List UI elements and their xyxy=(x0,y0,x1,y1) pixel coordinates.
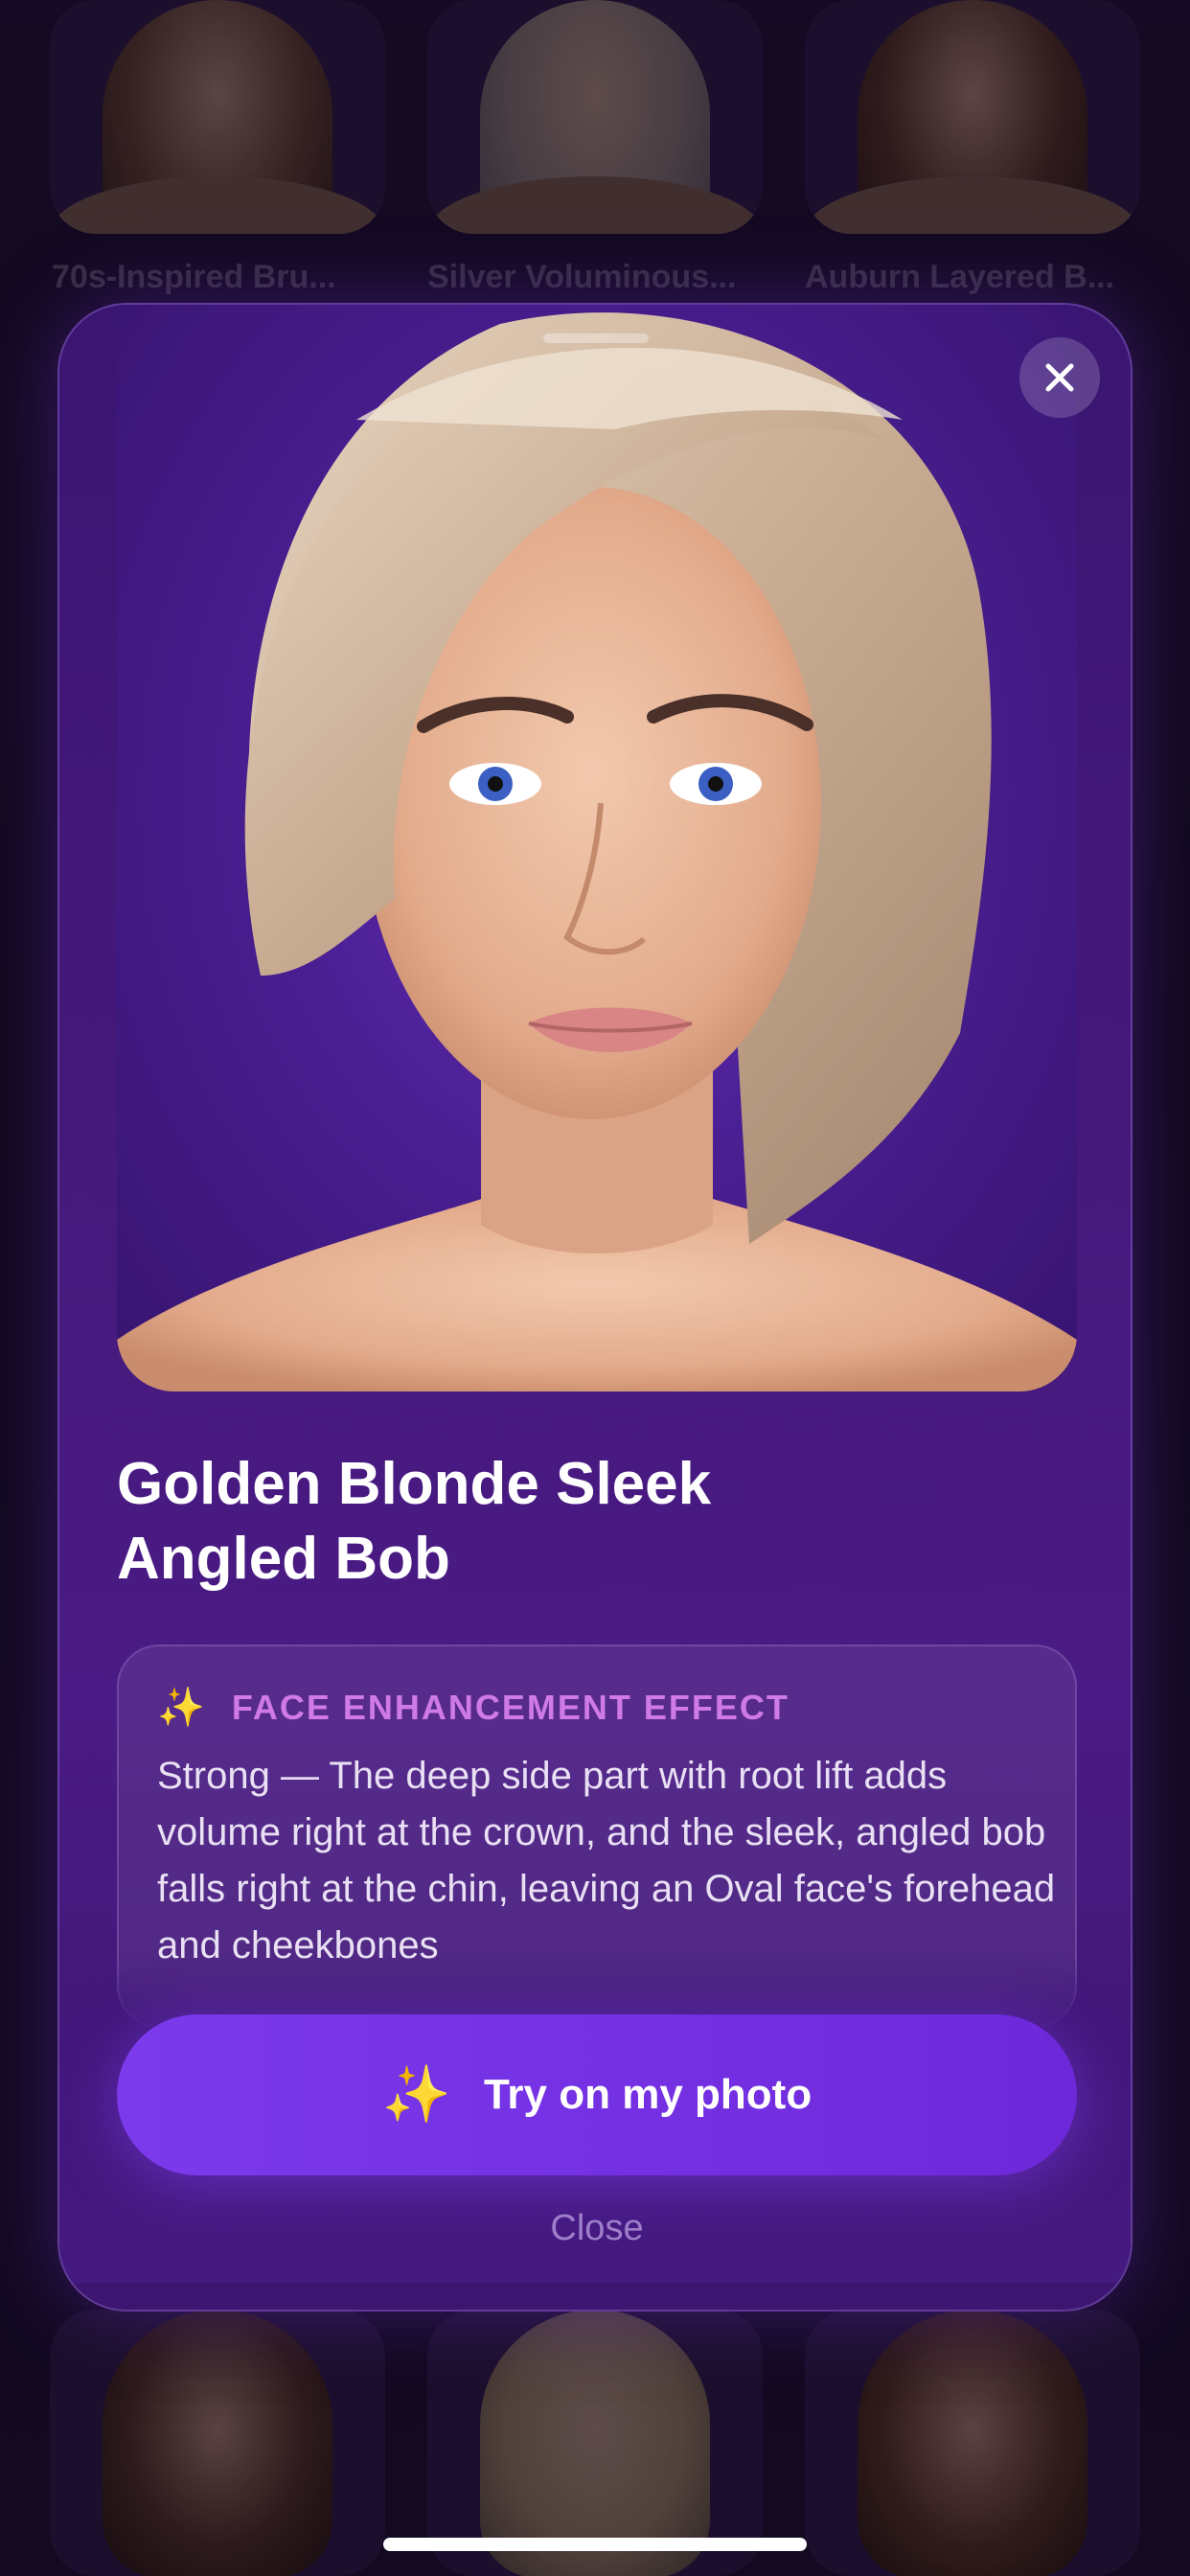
hairstyle-title-line: Angled Bob xyxy=(117,1526,450,1592)
try-on-photo-button[interactable]: ✨ Try on my photo xyxy=(117,2014,1077,2175)
face-enhancement-label: FACE ENHANCEMENT EFFECT xyxy=(231,1688,790,1727)
portrait-illustration xyxy=(117,312,1077,1392)
close-icon xyxy=(1045,363,1074,392)
hairstyle-title-line: Golden Blonde Sleek xyxy=(117,1451,712,1517)
close-button[interactable] xyxy=(1019,337,1100,418)
hairstyle-preview-image xyxy=(117,305,1077,1392)
home-indicator[interactable] xyxy=(383,2538,807,2551)
close-link[interactable]: Close xyxy=(59,2208,1131,2249)
sparkles-icon: ✨ xyxy=(157,1687,205,1729)
sparkles-icon: ✨ xyxy=(381,2063,451,2126)
try-on-photo-label: Try on my photo xyxy=(483,2071,812,2118)
hairstyle-detail-modal: Golden Blonde Sleek Angled Bob ✨ FACE EN… xyxy=(57,303,1133,2312)
sheet-drag-handle[interactable] xyxy=(543,334,649,343)
face-enhancement-header: ✨ FACE ENHANCEMENT EFFECT xyxy=(157,1687,790,1729)
screen: 70s-Inspired Bru... Silver Voluminous...… xyxy=(0,0,1190,2576)
hairstyle-title: Golden Blonde Sleek Angled Bob xyxy=(117,1447,883,1597)
face-enhancement-description: Strong — The deep side part with root li… xyxy=(157,1755,1056,1966)
